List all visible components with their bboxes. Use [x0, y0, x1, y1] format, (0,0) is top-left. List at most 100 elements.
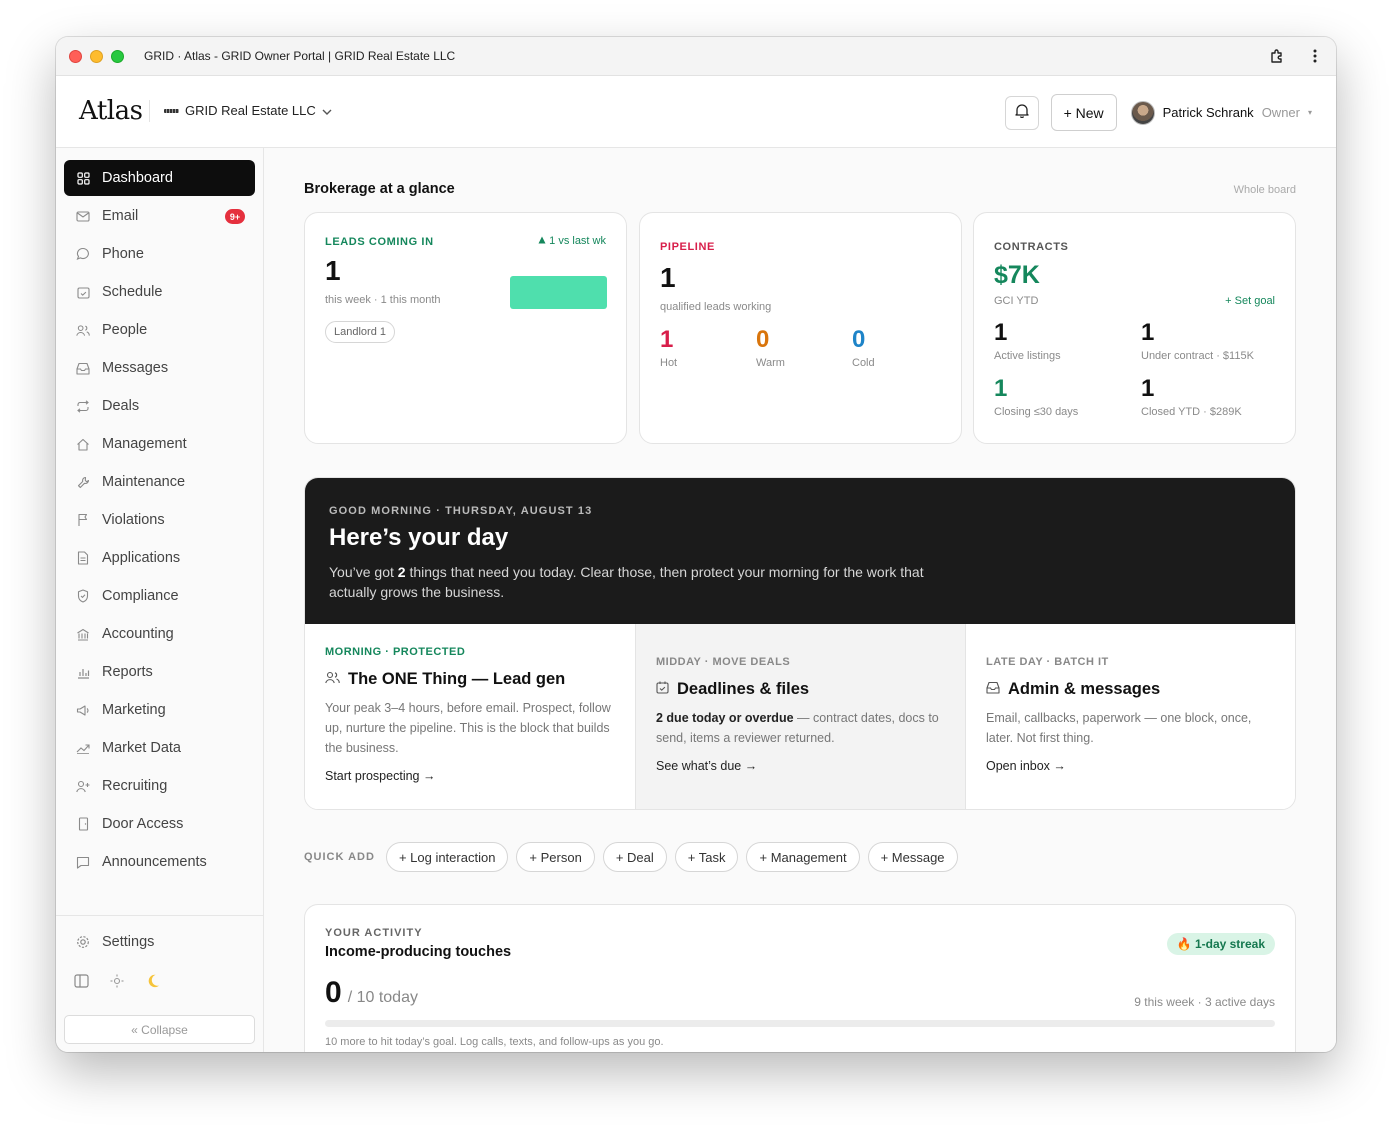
user-menu[interactable]: Patrick Schrank Owner ▾	[1130, 100, 1312, 125]
open-inbox-link[interactable]: Open inbox →	[986, 759, 1066, 773]
hot-label: Hot	[660, 357, 678, 369]
people-icon	[325, 670, 340, 689]
org-name: GRID Real Estate LLC	[185, 103, 316, 118]
extension-icon[interactable]	[1268, 47, 1286, 65]
lead-source-tag[interactable]: Landlord 1	[325, 321, 395, 343]
quick-add-task[interactable]: + Task	[674, 842, 739, 872]
sidebar-item-announcements[interactable]: Announcements	[64, 844, 255, 880]
touches-count: 0 / 10 today	[325, 976, 418, 1010]
sidebar-item-email[interactable]: Email 9+	[64, 198, 255, 234]
hot-stat[interactable]: 1 Hot	[660, 326, 677, 369]
cold-stat[interactable]: 0 Cold	[852, 326, 875, 369]
sidebar-item-label: Compliance	[102, 588, 179, 604]
sidebar-item-schedule[interactable]: Schedule	[64, 274, 255, 310]
sidebar-item-recruiting[interactable]: Recruiting	[64, 768, 255, 804]
sidebar-item-accounting[interactable]: Accounting	[64, 616, 255, 652]
quick-add-person[interactable]: + Person	[516, 842, 595, 872]
megaphone-icon	[76, 703, 90, 717]
wrench-icon	[76, 475, 90, 489]
sidebar-item-label: Marketing	[102, 702, 166, 718]
midday-title: Deadlines & files	[656, 680, 809, 699]
moon-icon[interactable]	[145, 973, 161, 989]
sidebar-item-violations[interactable]: Violations	[64, 502, 255, 538]
leads-trend-text: 1 vs last wk	[549, 235, 606, 247]
start-prospecting-link[interactable]: Start prospecting →	[325, 769, 435, 783]
collapse-button[interactable]: « Collapse	[64, 1015, 255, 1044]
active-listings-stat[interactable]: 1 Active listings	[994, 319, 1061, 362]
notifications-button[interactable]	[1004, 95, 1039, 130]
sidebar-item-label: Violations	[102, 512, 165, 528]
sidebar-item-label: Applications	[102, 550, 181, 566]
closed-ytd-label: Closed YTD · $289K	[1141, 406, 1242, 418]
triangle-up-icon	[538, 235, 546, 247]
pipeline-card[interactable]: PIPELINE 1 qualified leads working 1 Hot…	[639, 212, 962, 444]
quick-add-log-interaction[interactable]: + Log interaction	[385, 842, 509, 872]
sidebar-item-reports[interactable]: Reports	[64, 654, 255, 690]
day-desc-post: things that need you today. Clear those,…	[329, 564, 924, 600]
closing-stat[interactable]: 1 Closing ≤30 days	[994, 375, 1078, 418]
day-desc-count: 2	[397, 564, 406, 580]
day-title: Here’s your day	[329, 524, 509, 551]
leads-card[interactable]: LEADS COMING IN 1 vs last wk 1 this week…	[304, 212, 627, 444]
sun-icon[interactable]	[109, 973, 125, 989]
under-contract-stat[interactable]: 1 Under contract · $115K	[1141, 319, 1254, 362]
see-due-link[interactable]: See what’s due →	[656, 759, 757, 773]
warm-stat[interactable]: 0 Warm	[756, 326, 785, 369]
chevron-down-icon	[322, 103, 332, 118]
contracts-card[interactable]: CONTRACTS $7K GCI YTD + Set goal 1 Activ…	[973, 212, 1296, 444]
bell-icon	[1014, 103, 1029, 123]
quick-add-message[interactable]: + Message	[867, 842, 958, 872]
more-vertical-icon[interactable]	[1306, 47, 1324, 65]
closed-ytd-stat[interactable]: 1 Closed YTD · $289K	[1141, 375, 1242, 418]
unread-badge: 9+	[225, 209, 245, 224]
org-switcher[interactable]: GRID Real Estate LLC	[164, 103, 332, 118]
sidebar-item-market-data[interactable]: Market Data	[64, 730, 255, 766]
new-button[interactable]: + New	[1050, 94, 1117, 131]
sidebar-item-door-access[interactable]: Door Access	[64, 806, 255, 842]
sidebar-item-dashboard[interactable]: Dashboard	[64, 160, 255, 196]
closing-value: 1	[994, 375, 1008, 402]
morning-block: MORNING · PROTECTED The ONE Thing — Lead…	[305, 624, 635, 809]
under-contract-label: Under contract · $115K	[1141, 350, 1254, 362]
sidebar-item-phone[interactable]: Phone	[64, 236, 255, 272]
sidebar-toggle-icon[interactable]	[73, 973, 89, 989]
sidebar-item-label: Reports	[102, 664, 153, 680]
close-window-button[interactable]	[69, 49, 82, 63]
contracts-label: CONTRACTS	[994, 241, 1069, 253]
set-goal-link[interactable]: + Set goal	[1225, 295, 1275, 307]
calendar-check-icon	[76, 285, 90, 299]
sidebar-item-label: Schedule	[102, 284, 163, 300]
app-logo[interactable]: Atlas	[79, 96, 143, 126]
browser-window: GRID · Atlas - GRID Owner Portal | GRID …	[56, 37, 1336, 1052]
minimize-window-button[interactable]	[90, 49, 103, 63]
sidebar-item-management[interactable]: Management	[64, 426, 255, 462]
sidebar-item-marketing[interactable]: Marketing	[64, 692, 255, 728]
day-banner: GOOD MORNING · THURSDAY, AUGUST 13 Here’…	[305, 478, 1295, 624]
sidebar-item-people[interactable]: People	[64, 312, 255, 348]
late-day-block: LATE DAY · BATCH IT Admin & messages Ema…	[965, 624, 1295, 809]
sidebar-item-deals[interactable]: Deals	[64, 388, 255, 424]
sidebar-item-messages[interactable]: Messages	[64, 350, 255, 386]
quick-add-management[interactable]: + Management	[746, 842, 860, 872]
sidebar-item-label: Maintenance	[102, 474, 186, 490]
sidebar-item-applications[interactable]: Applications	[64, 540, 255, 576]
greeting-date: GOOD MORNING · THURSDAY, AUGUST 13	[329, 505, 593, 517]
whole-board-link[interactable]: Whole board	[1234, 184, 1296, 196]
maximize-window-button[interactable]	[111, 49, 124, 63]
app-header: Atlas GRID Real Estate LLC + New Patrick…	[56, 76, 1336, 148]
user-name: Patrick Schrank	[1162, 105, 1254, 120]
hot-value: 1	[660, 326, 674, 353]
sidebar: Dashboard Email 9+ Phone Schedule People Messa…	[56, 148, 264, 1052]
activity-card: YOUR ACTIVITY Income-producing touches 🔥…	[304, 904, 1296, 1052]
header-divider	[149, 100, 150, 122]
warm-value: 0	[756, 326, 770, 353]
sidebar-item-maintenance[interactable]: Maintenance	[64, 464, 255, 500]
message-square-icon	[76, 855, 90, 869]
sidebar-item-settings[interactable]: Settings	[64, 927, 255, 957]
quick-add-deal[interactable]: + Deal	[602, 842, 667, 872]
cold-value: 0	[852, 326, 866, 353]
org-logo-icon	[164, 108, 179, 113]
day-description: You’ve got 2 things that need you today.…	[329, 562, 929, 602]
grid-icon	[76, 171, 90, 185]
sidebar-item-compliance[interactable]: Compliance	[64, 578, 255, 614]
